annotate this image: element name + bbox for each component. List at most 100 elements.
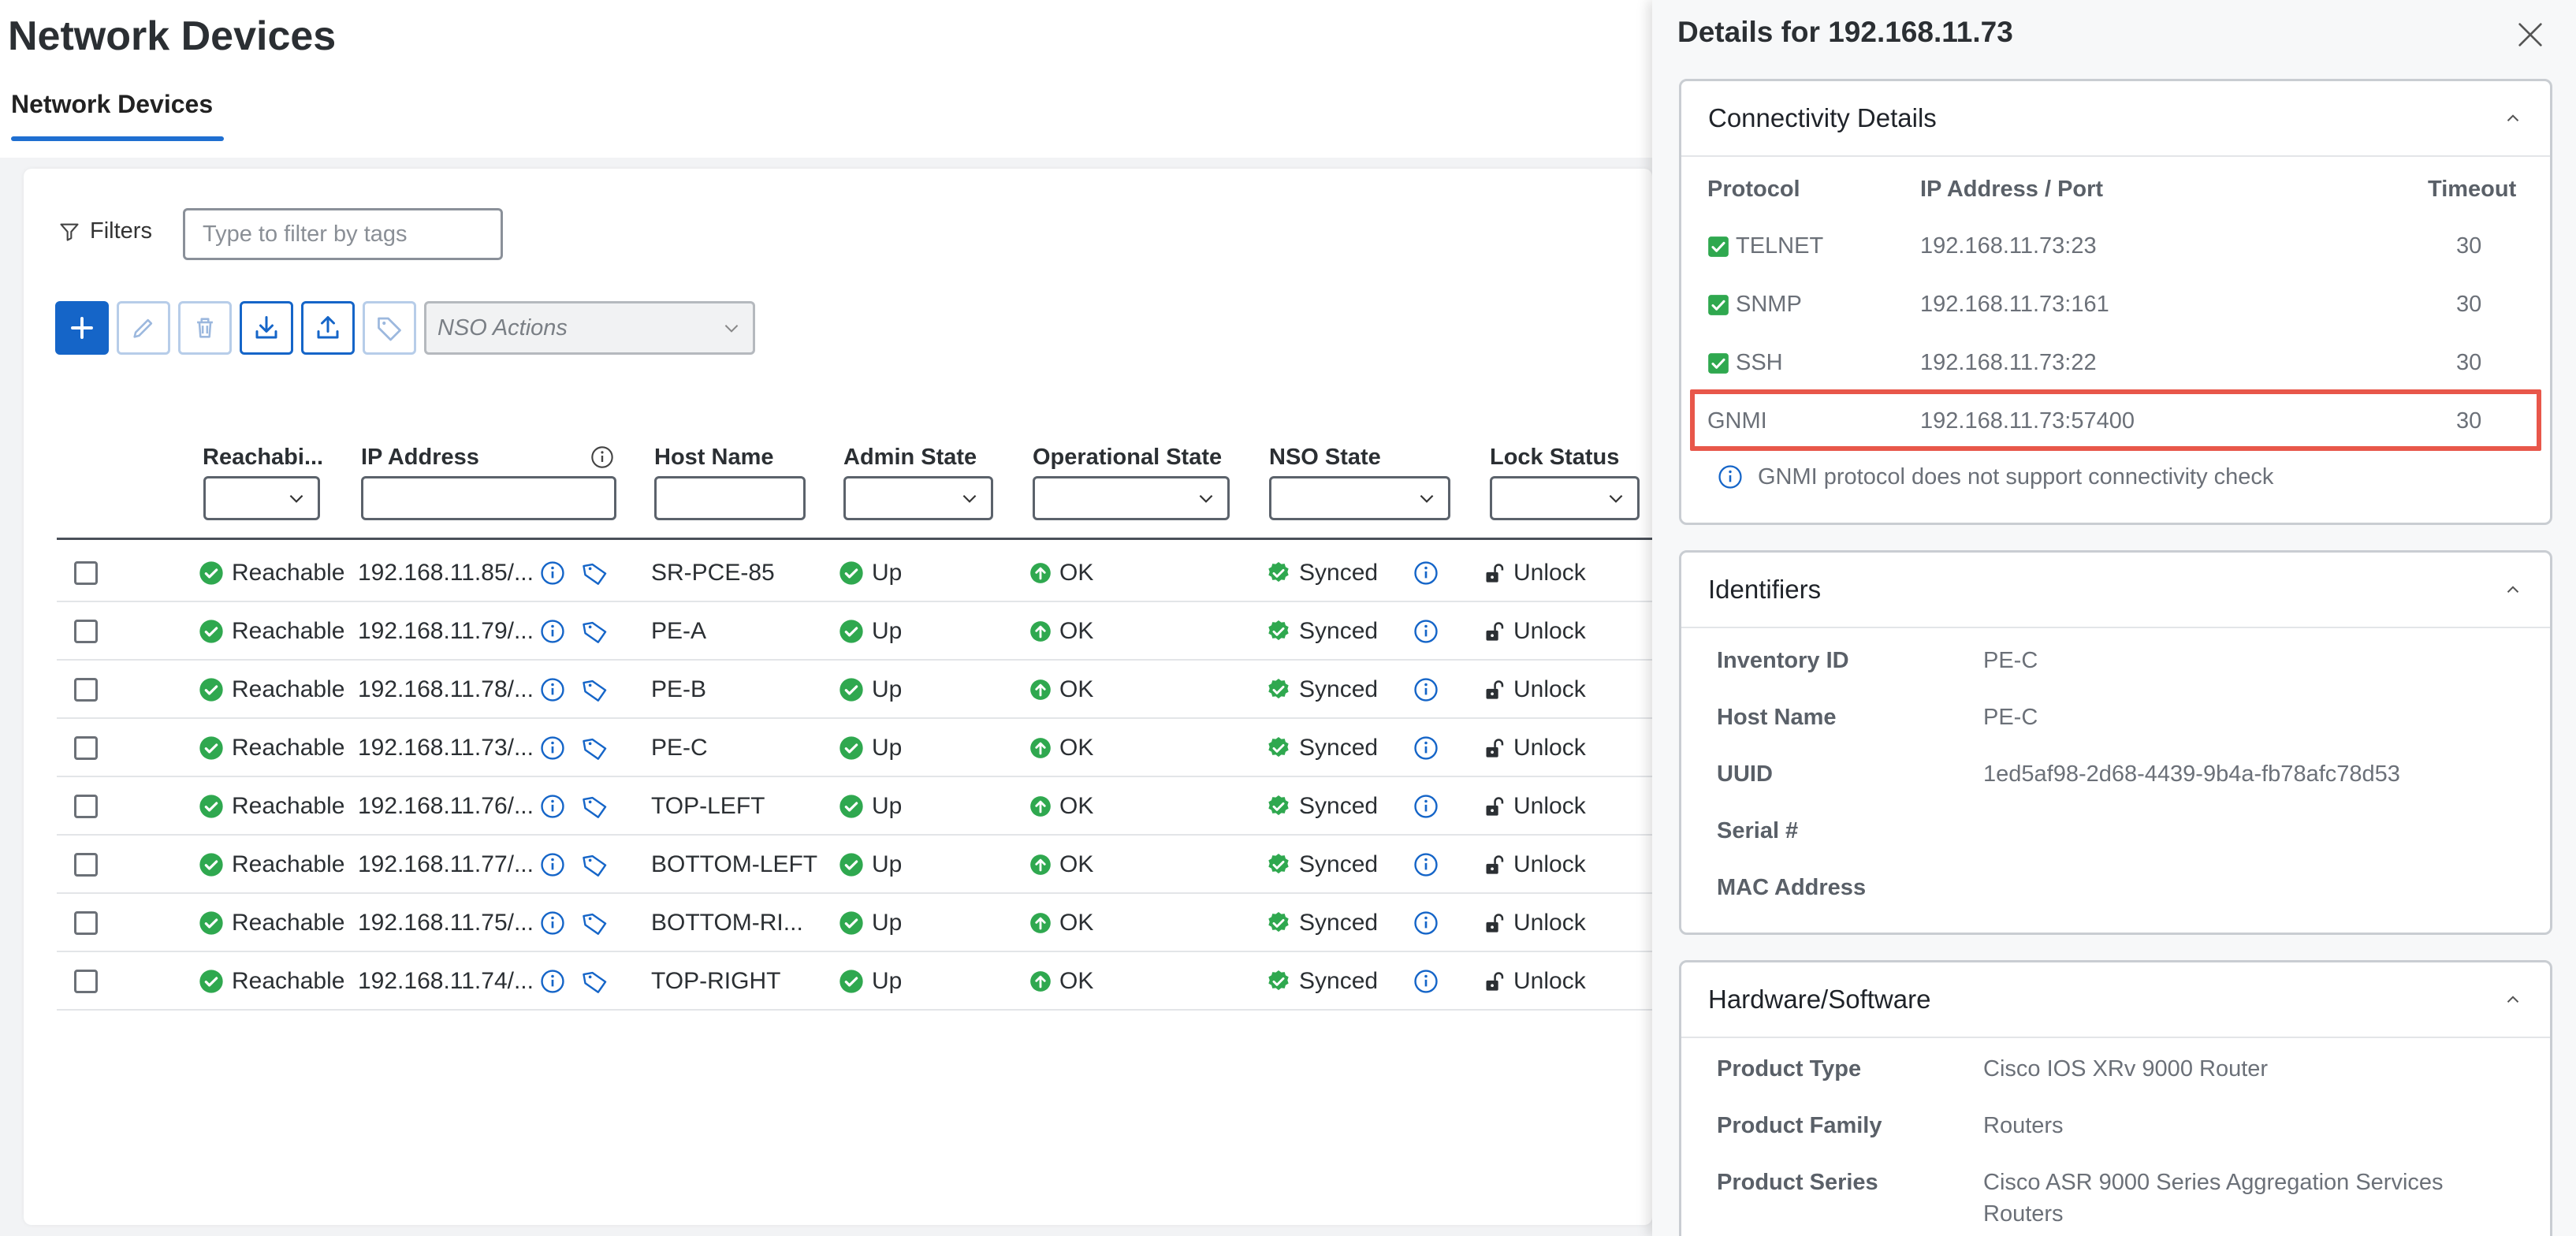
info-icon[interactable] [1413,618,1439,645]
col-header-lock[interactable]: Lock Status [1490,445,1619,471]
table-row[interactable]: Reachable 192.168.11.77/... BOTTOM-LEFT Up O… [57,836,1652,894]
tag-icon[interactable] [582,676,609,703]
hardware-section-title: Hardware/Software [1708,985,1931,1014]
row-checkbox[interactable] [74,678,98,702]
unlock-icon [1486,739,1504,758]
info-icon[interactable] [1413,676,1439,703]
host-filter-input[interactable] [654,476,806,520]
ip-actions [539,719,609,777]
tag-button[interactable] [363,301,416,355]
info-icon[interactable] [1413,793,1439,820]
oper-state-cell: OK [1029,602,1093,661]
col-header-admin[interactable]: Admin State [843,445,977,471]
unlock-icon [1486,680,1504,699]
info-icon[interactable] [539,676,566,703]
row-checkbox[interactable] [74,736,98,760]
gnmi-highlight-box [1690,389,2541,451]
info-icon[interactable] [539,793,566,820]
unlock-icon [1486,797,1504,816]
ip-address-text: 192.168.11.79/... [358,618,534,644]
row-checkbox[interactable] [74,853,98,877]
col-header-host[interactable]: Host Name [654,445,774,471]
lock-filter-select[interactable] [1490,476,1640,520]
admin-filter-select[interactable] [843,476,993,520]
tag-icon[interactable] [582,735,609,761]
tag-icon[interactable] [582,793,609,820]
ip-info-icon[interactable] [590,445,615,470]
synced-badge-icon [1268,854,1289,874]
check-circle-icon [839,736,863,760]
row-checkbox[interactable] [74,620,98,643]
delete-button[interactable] [178,301,232,355]
connectivity-section-header[interactable]: Connectivity Details [1681,81,2550,157]
nso-state-text: Synced [1299,676,1379,702]
info-icon[interactable] [539,910,566,936]
close-icon[interactable] [2515,19,2546,50]
export-button[interactable] [301,301,355,355]
ip-actions [539,952,609,1011]
ip-filter-input[interactable] [361,476,616,520]
edit-button[interactable] [117,301,170,355]
hardware-value: Routers [1983,1113,2064,1138]
plus-icon [71,317,93,339]
tag-icon[interactable] [582,910,609,936]
admin-state-text: Up [872,968,903,994]
conn-header-timeout: Timeout [2428,177,2517,202]
row-checkbox[interactable] [74,561,98,585]
tag-icon[interactable] [582,560,609,586]
check-circle-icon [199,678,223,702]
nso-state-text: Synced [1299,560,1379,586]
identifiers-section-header[interactable]: Identifiers [1681,553,2550,628]
table-row[interactable]: Reachable 192.168.11.74/... TOP-RIGHT Up OK S… [57,952,1652,1011]
oper-state-text: OK [1059,851,1094,877]
table-row[interactable]: Reachable 192.168.11.76/... TOP-LEFT Up OK Sy… [57,777,1652,836]
info-icon[interactable] [1413,968,1439,995]
host-name-cell: BOTTOM-RI... [651,894,803,952]
table-row[interactable]: Reachable 192.168.11.85/... SR-PCE-85 Up OK S… [57,544,1652,602]
col-header-nso[interactable]: NSO State [1269,445,1381,471]
filters-toggle[interactable]: Filters [58,218,152,244]
hardware-value: Cisco IOS XRv 9000 Router [1983,1056,2269,1082]
table-row[interactable]: Reachable 192.168.11.78/... PE-B Up OK Synced… [57,661,1652,719]
tag-icon[interactable] [582,851,609,878]
col-header-reachability[interactable]: Reachabi... [203,445,323,471]
row-checkbox[interactable] [74,970,98,993]
row-checkbox[interactable] [74,911,98,935]
chevron-down-icon [1609,494,1623,503]
col-header-ip[interactable]: IP Address [361,445,479,471]
nso-filter-select[interactable] [1269,476,1450,520]
info-icon[interactable] [539,560,566,586]
import-button[interactable] [240,301,293,355]
lock-status-text: Unlock [1513,560,1586,586]
add-device-button[interactable] [55,301,109,355]
oper-filter-select[interactable] [1033,476,1230,520]
info-icon[interactable] [539,735,566,761]
nso-info-cell [1413,836,1439,894]
tag-icon[interactable] [582,968,609,995]
identifier-key: Host Name [1717,705,1837,730]
table-row[interactable]: Reachable 192.168.11.75/... BOTTOM-RI... Up… [57,894,1652,952]
arrow-up-circle-icon [1030,621,1051,642]
info-icon[interactable] [1413,735,1439,761]
info-icon[interactable] [1413,560,1439,586]
hardware-section-header[interactable]: Hardware/Software [1681,962,2550,1038]
tag-icon[interactable] [582,618,609,645]
host-name-cell: BOTTOM-LEFT [651,836,817,894]
info-icon[interactable] [1413,910,1439,936]
row-checkbox[interactable] [74,795,98,818]
tag-filter-input[interactable] [183,208,503,260]
tab-network-devices[interactable]: Network Devices [11,90,213,119]
reachability-text: Reachable [232,618,345,644]
arrow-up-circle-icon [1030,563,1051,583]
info-icon[interactable] [1413,851,1439,878]
ip-actions [539,544,609,602]
table-row[interactable]: Reachable 192.168.11.79/... PE-A Up OK Synced… [57,602,1652,661]
col-header-oper[interactable]: Operational State [1033,445,1222,471]
reachability-filter-select[interactable] [203,476,320,520]
admin-state-cell: Up [839,544,902,602]
nso-actions-select[interactable]: NSO Actions [424,301,755,355]
info-icon[interactable] [539,851,566,878]
info-icon[interactable] [539,618,566,645]
table-row[interactable]: Reachable 192.168.11.73/... PE-C Up OK Synced… [57,719,1652,777]
info-icon[interactable] [539,968,566,995]
